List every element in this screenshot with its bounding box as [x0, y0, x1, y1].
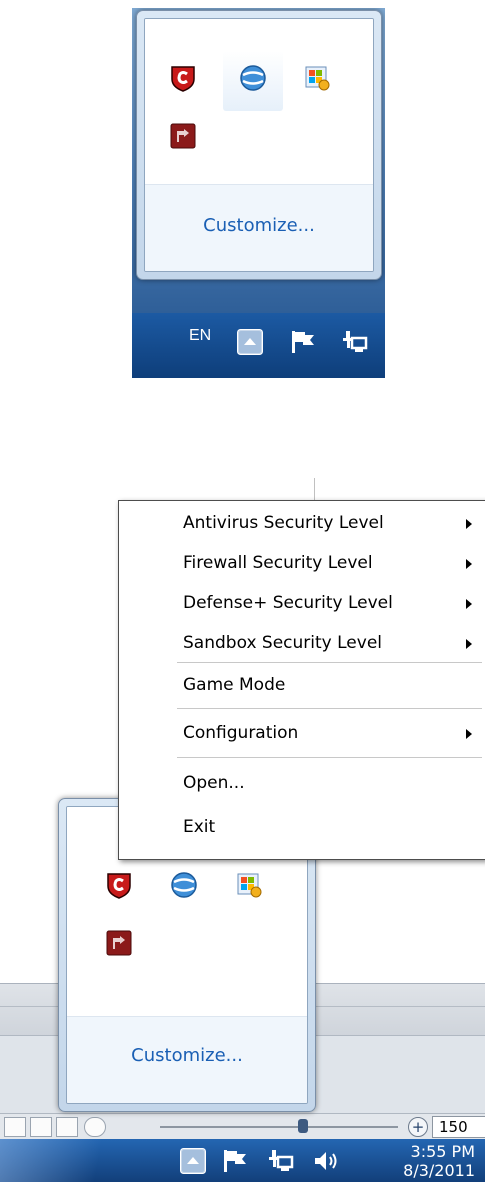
- windows-update-icon[interactable]: [235, 871, 263, 899]
- zoom-level-field[interactable]: 150: [432, 1116, 485, 1138]
- submenu-arrow-icon: [466, 599, 472, 609]
- submenu-arrow-icon: [466, 729, 472, 739]
- show-hidden-icons-button[interactable]: [180, 1148, 206, 1174]
- menu-item-antivirus-security-level[interactable]: Antivirus Security Level: [119, 505, 485, 541]
- show-hidden-icons-button[interactable]: [237, 329, 263, 355]
- multi-page-view-button[interactable]: [56, 1117, 78, 1137]
- globe-app-icon[interactable]: [170, 871, 198, 899]
- tray-context-menu-screenshot-bottom: + 150 3:55 PM 8/3/2011 Customize... Anti…: [0, 478, 485, 1182]
- menu-item-label: Antivirus Security Level: [183, 513, 384, 533]
- menu-item-defense-security-level[interactable]: Defense+ Security Level: [119, 585, 485, 621]
- menu-item-sandbox-security-level[interactable]: Sandbox Security Level: [119, 625, 485, 661]
- volume-icon[interactable]: [312, 1149, 340, 1173]
- overflow-popup-footer: Customize...: [67, 1016, 307, 1103]
- tray-overflow-screenshot-top: Customize... EN: [132, 8, 385, 378]
- clock-date: 8/3/2011: [403, 1161, 475, 1180]
- red-app-icon[interactable]: [169, 122, 197, 150]
- menu-item-label: Exit: [183, 817, 216, 837]
- language-indicator[interactable]: EN: [189, 327, 211, 345]
- system-clock[interactable]: 3:55 PM 8/3/2011: [403, 1142, 475, 1180]
- zoom-slider-thumb[interactable]: [298, 1119, 308, 1133]
- comodo-shield-icon[interactable]: [105, 871, 133, 899]
- zoom-in-button[interactable]: +: [408, 1117, 428, 1137]
- zoom-slider-track[interactable]: [160, 1126, 398, 1128]
- network-icon[interactable]: [266, 1149, 294, 1173]
- menu-item-label: Configuration: [183, 723, 299, 743]
- notification-overflow-popup: Customize...: [136, 10, 382, 280]
- windows-update-icon[interactable]: [303, 64, 331, 92]
- menu-item-label: Sandbox Security Level: [183, 633, 382, 653]
- customize-link[interactable]: Customize...: [145, 215, 373, 236]
- network-icon[interactable]: [340, 330, 368, 354]
- menu-separator: [177, 757, 482, 758]
- submenu-arrow-icon: [466, 559, 472, 569]
- taskbar-glow: [0, 1139, 120, 1182]
- application-status-bar: + 150: [0, 1113, 485, 1140]
- overflow-icons-area: [145, 19, 373, 184]
- menu-item-label: Game Mode: [183, 675, 286, 695]
- comodo-shield-icon[interactable]: [169, 64, 197, 92]
- overflow-popup-content: Customize...: [144, 18, 374, 272]
- cursor-line: [314, 478, 315, 502]
- menu-separator: [177, 662, 482, 663]
- menu-item-configuration[interactable]: Configuration: [119, 715, 485, 751]
- page-view-button[interactable]: [4, 1117, 26, 1137]
- menu-item-open[interactable]: Open...: [119, 765, 485, 801]
- menu-separator: [177, 708, 482, 709]
- menu-item-firewall-security-level[interactable]: Firewall Security Level: [119, 545, 485, 581]
- submenu-arrow-icon: [466, 639, 472, 649]
- action-center-flag-icon[interactable]: [222, 1149, 248, 1173]
- menu-item-label: Firewall Security Level: [183, 553, 373, 573]
- comodo-context-menu: Antivirus Security Level Firewall Securi…: [118, 500, 485, 860]
- taskbar: EN: [132, 313, 385, 378]
- customize-link[interactable]: Customize...: [67, 1045, 307, 1066]
- layout-view-button[interactable]: [30, 1117, 52, 1137]
- overflow-popup-footer: Customize...: [145, 184, 373, 271]
- menu-item-label: Defense+ Security Level: [183, 593, 393, 613]
- menu-item-label: Open...: [183, 773, 245, 793]
- taskbar: 3:55 PM 8/3/2011: [0, 1139, 485, 1182]
- globe-app-icon[interactable]: [239, 64, 267, 92]
- zoom-minus-button[interactable]: [84, 1117, 106, 1137]
- menu-item-game-mode[interactable]: Game Mode: [119, 667, 485, 703]
- red-app-icon[interactable]: [105, 929, 133, 957]
- action-center-flag-icon[interactable]: [290, 330, 316, 354]
- clock-time: 3:55 PM: [410, 1142, 475, 1161]
- submenu-arrow-icon: [466, 519, 472, 529]
- menu-item-exit[interactable]: Exit: [119, 809, 485, 845]
